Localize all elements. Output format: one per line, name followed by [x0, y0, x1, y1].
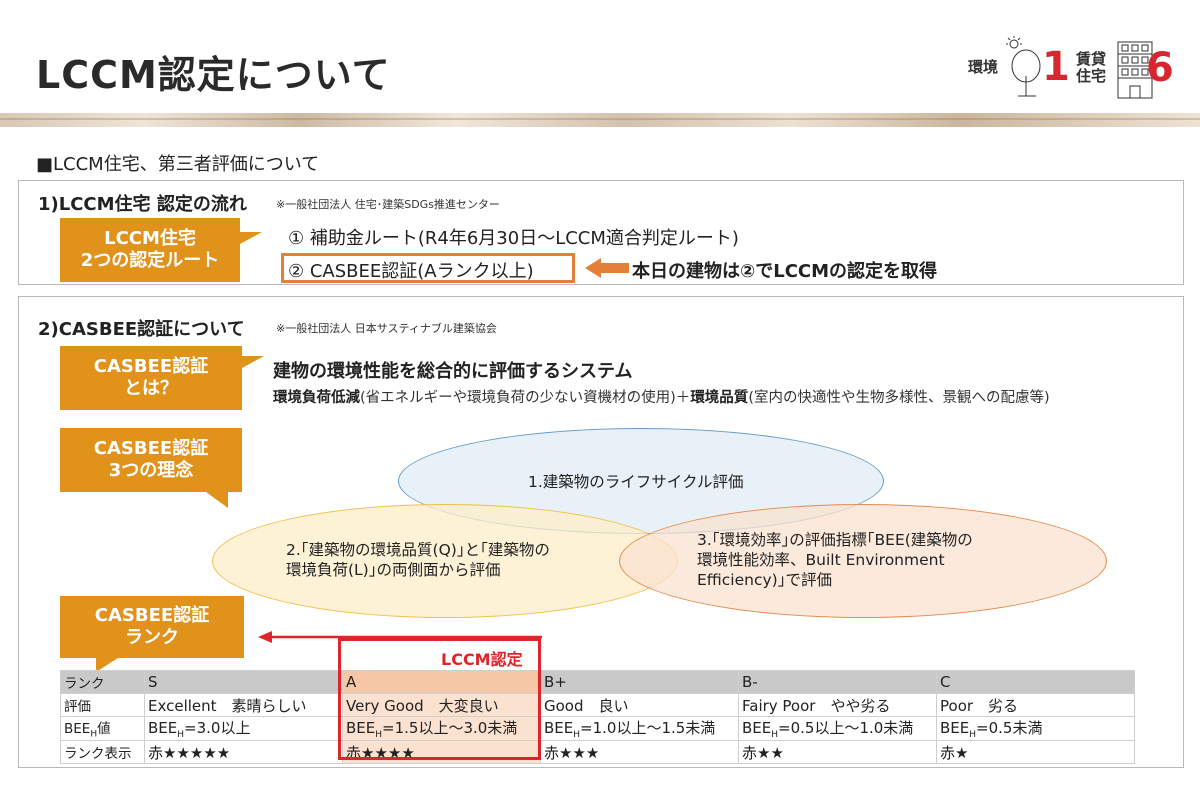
- callout-what-line1: CASBEE認証: [93, 356, 209, 377]
- rank-table: ランク S A B+ B- C 評価 Excellent 素晴らしい Very …: [60, 670, 1135, 764]
- principle-2: 2.｢建築物の環境品質(Q)｣と｢建築物の 環境負荷(L)｣の両側面から評価: [286, 540, 550, 580]
- bee-subscript: H: [969, 730, 977, 740]
- callout-routes: LCCM住宅 2つの認定ルート: [60, 218, 262, 282]
- bee-subscript: H: [771, 730, 779, 740]
- callout-rank: CASBEE認証 ランク: [60, 596, 244, 672]
- bee-c-value: =0.5未満: [976, 719, 1043, 737]
- callout-routes-line2: 2つの認定ルート: [80, 250, 220, 271]
- callout-rank-line2: ランク: [125, 627, 179, 648]
- casbee-subline: 環境負荷低減(省エネルギーや環境負荷の少ない資機材の使用)＋環境品質(室内の快適…: [273, 386, 1050, 407]
- bee-subscript: H: [90, 729, 98, 740]
- table-row: BEEH値 BEEH=3.0以上 BEEH=1.5以上～3.0未満 BEEH=1…: [60, 716, 1135, 741]
- bee-bminus: BEEH=0.5以上～1.0未満: [738, 716, 937, 741]
- eval-c: Poor 劣る: [936, 693, 1135, 717]
- eval-bminus: Fairy Poor やや劣る: [738, 693, 937, 717]
- stars-bplus: 赤★★★: [540, 740, 739, 764]
- tree-sun-icon: [1006, 36, 1041, 97]
- eval-s: Excellent 素晴らしい: [144, 693, 343, 717]
- bee-s: BEEH=3.0以上: [144, 716, 343, 741]
- section-heading: ■LCCM住宅、第三者評価について: [36, 154, 320, 175]
- callout-rank-line1: CASBEE認証: [94, 605, 210, 626]
- bee-subscript: H: [177, 730, 185, 740]
- row-label-rank: ランク: [60, 670, 145, 694]
- left-arrow-icon: [585, 258, 629, 278]
- principle-2-line2: 環境負荷(L)｣の両側面から評価: [286, 561, 501, 579]
- env-logo-number: 1: [1042, 44, 1070, 90]
- principle-3-line3: Efficiency)｣で評価: [697, 571, 832, 589]
- subline-bold-2: 環境品質: [690, 390, 749, 406]
- table-row: 評価 Excellent 素晴らしい Very Good 大変良い Good 良…: [60, 693, 1135, 717]
- principle-3-line2: 環境性能効率、Built Environment: [697, 551, 945, 569]
- bee-bminus-value: =0.5以上～1.0未満: [778, 719, 914, 737]
- stars-bminus: 赤★★: [738, 740, 937, 764]
- callout-principles-line1: CASBEE認証: [93, 438, 209, 459]
- box2-note: ※一般社団法人 日本サスティナブル建築協会: [276, 322, 497, 335]
- table-row: ランク表示 赤★★★★★ 赤★★★★ 赤★★★ 赤★★ 赤★: [60, 740, 1135, 764]
- bee-c: BEEH=0.5未満: [936, 716, 1135, 741]
- wood-divider: [0, 113, 1200, 127]
- casbee-headline: 建物の環境性能を総合的に評価するシステム: [273, 361, 633, 382]
- box1-note: ※一般社団法人 住宅･建築SDGs推進センター: [276, 198, 500, 211]
- rent-logo-number: 6: [1146, 45, 1174, 91]
- box2-title: 2)CASBEE認証について: [38, 319, 245, 340]
- callout-routes-line1: LCCM住宅: [104, 228, 196, 249]
- callout-what-line2: とは？: [124, 378, 178, 399]
- stars-s: 赤★★★★★: [144, 740, 343, 764]
- table-row: ランク S A B+ B- C: [60, 670, 1135, 694]
- row-label-eval: 評価: [60, 693, 145, 717]
- today-building-note: 本日の建物は②でLCCMの認定を取得: [632, 261, 938, 282]
- callout-principles: CASBEE認証 3つの理念: [60, 428, 242, 508]
- row-label-display: ランク表示: [60, 740, 145, 764]
- principle-3-line1: 3.｢環境効率｣の評価指標｢BEE(建築物の: [697, 531, 973, 549]
- subline-bold-1: 環境負荷低減: [273, 390, 360, 406]
- row-label-bee: BEEH値: [60, 716, 145, 741]
- rank-bminus: B-: [738, 670, 937, 694]
- bee-subscript: H: [573, 730, 581, 740]
- bee-bplus: BEEH=1.0以上～1.5未満: [540, 716, 739, 741]
- eval-bplus: Good 良い: [540, 693, 739, 717]
- callout-what-is: CASBEE認証 とは？: [60, 346, 264, 410]
- env-logo-label: 環境: [968, 57, 999, 76]
- principle-2-line1: 2.｢建築物の環境品質(Q)｣と｢建築物の: [286, 541, 550, 559]
- principle-3: 3.｢環境効率｣の評価指標｢BEE(建築物の 環境性能効率、Built Envi…: [697, 530, 973, 590]
- rank-bplus: B+: [540, 670, 739, 694]
- bee-s-value: =3.0以上: [184, 719, 251, 737]
- env-logo: 環境 1: [968, 36, 1070, 98]
- rank-c: C: [936, 670, 1135, 694]
- route-2: ② CASBEE認証(Aランク以上): [288, 261, 534, 282]
- rank-s: S: [144, 670, 343, 694]
- rent-logo-label: 賃貸住宅: [1076, 50, 1107, 85]
- page-title: LCCM認定について: [36, 53, 391, 97]
- rent-logo: 賃貸住宅 6: [1076, 36, 1174, 100]
- subline-text-2: (室内の快適性や生物多様性、景観への配慮等): [748, 390, 1050, 406]
- subline-text-1: (省エネルギーや環境負荷の少ない資機材の使用)＋: [360, 390, 691, 406]
- lccm-highlight-box: [338, 638, 541, 760]
- principle-1: 1.建築物のライフサイクル評価: [528, 473, 744, 491]
- bee-bplus-value: =1.0以上～1.5未満: [580, 719, 716, 737]
- callout-principles-line2: 3つの理念: [108, 460, 194, 481]
- box1-title: 1)LCCM住宅 認定の流れ: [38, 194, 247, 215]
- stars-c: 赤★: [936, 740, 1135, 764]
- route-1: ① 補助金ルート(R4年6月30日～LCCM適合判定ルート): [288, 228, 739, 249]
